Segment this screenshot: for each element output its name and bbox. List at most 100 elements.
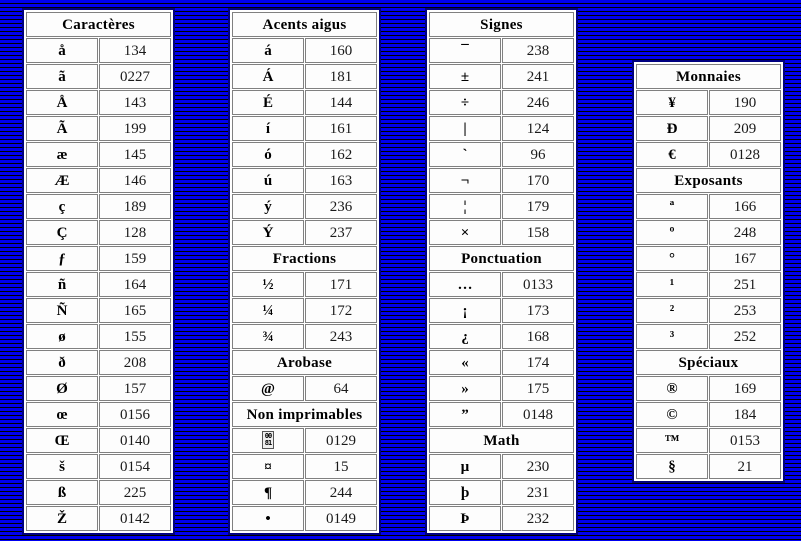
section-header: Ponctuation	[429, 246, 574, 271]
character-glyph: ú	[232, 168, 304, 193]
character-glyph: å	[26, 38, 98, 63]
character-code: 167	[709, 246, 781, 271]
character-code: 174	[502, 350, 574, 375]
character-glyph: ß	[26, 480, 98, 505]
character-row: ¾ 243	[232, 324, 377, 349]
character-code: 0148	[502, 402, 574, 427]
character-row: á 160	[232, 38, 377, 63]
character-code: 169	[709, 376, 781, 401]
character-code: 21	[709, 454, 781, 479]
character-glyph: Œ	[26, 428, 98, 453]
character-code: 64	[305, 376, 377, 401]
character-glyph: ã	[26, 64, 98, 89]
character-row: ¥190	[636, 90, 781, 115]
character-code: 160	[305, 38, 377, 63]
character-glyph: Ã	[26, 116, 98, 141]
section-header-row: Non imprimables	[232, 402, 377, 427]
character-row: Ç 128	[26, 220, 171, 245]
section-header: Caractères	[26, 12, 171, 37]
character-glyph: æ	[26, 142, 98, 167]
character-row: ® 169	[636, 376, 781, 401]
character-glyph: É	[232, 90, 304, 115]
character-row: ¶ 244	[232, 480, 377, 505]
section-header: Exposants	[636, 168, 781, 193]
character-glyph: ø	[26, 324, 98, 349]
character-row: í 161	[232, 116, 377, 141]
character-row: ð 208	[26, 350, 171, 375]
character-code: 253	[709, 298, 781, 323]
character-code: 172	[305, 298, 377, 323]
character-glyph: »	[429, 376, 501, 401]
character-row: É 144	[232, 90, 377, 115]
character-glyph: «	[429, 350, 501, 375]
character-glyph: @	[232, 376, 304, 401]
table-acents-aigus: Acents aigus á 160 Á 181 É 144 í 161 ó 162 ú 163 ý 236…	[228, 8, 381, 535]
character-row: Ý 237	[232, 220, 377, 245]
character-code: 145	[99, 142, 171, 167]
character-code: 161	[305, 116, 377, 141]
character-glyph: Æ	[26, 168, 98, 193]
character-row: • 0149	[232, 506, 377, 531]
character-row: œ 0156	[26, 402, 171, 427]
character-row: €0128	[636, 142, 781, 167]
character-row: ¯ 238	[429, 38, 574, 63]
character-row: ” 0148	[429, 402, 574, 427]
character-glyph: œ	[26, 402, 98, 427]
character-row: × 158	[429, 220, 574, 245]
character-code: 248	[709, 220, 781, 245]
character-row: ¼ 172	[232, 298, 377, 323]
section-header: Non imprimables	[232, 402, 377, 427]
section-header-row: Spéciaux	[636, 350, 781, 375]
character-glyph: 00 81	[232, 428, 304, 453]
character-row: Ã 199	[26, 116, 171, 141]
character-glyph: Ø	[26, 376, 98, 401]
character-code: 146	[99, 168, 171, 193]
character-glyph: ó	[232, 142, 304, 167]
character-code: 144	[305, 90, 377, 115]
character-code: 173	[502, 298, 574, 323]
character-row: | 124	[429, 116, 574, 141]
character-row: ÷ 246	[429, 90, 574, 115]
character-row: Á 181	[232, 64, 377, 89]
character-glyph: Ý	[232, 220, 304, 245]
character-code: 181	[305, 64, 377, 89]
character-glyph: ¼	[232, 298, 304, 323]
character-code: 237	[305, 220, 377, 245]
character-code: 96	[502, 142, 574, 167]
character-glyph: ¶	[232, 480, 304, 505]
character-row: … 0133	[429, 272, 574, 297]
character-glyph: Ç	[26, 220, 98, 245]
character-glyph: á	[232, 38, 304, 63]
character-code: 164	[99, 272, 171, 297]
character-glyph: ª	[636, 194, 708, 219]
character-code: 179	[502, 194, 574, 219]
character-code: 170	[502, 168, 574, 193]
character-code: 184	[709, 402, 781, 427]
character-glyph: Á	[232, 64, 304, 89]
character-row: Ø 157	[26, 376, 171, 401]
character-glyph: Ñ	[26, 298, 98, 323]
character-code: 244	[305, 480, 377, 505]
character-code: 15	[305, 454, 377, 479]
character-glyph: ²	[636, 298, 708, 323]
character-row: «174	[429, 350, 574, 375]
section-header: Arobase	[232, 350, 377, 375]
character-row: Đ 209	[636, 116, 781, 141]
character-glyph: ©	[636, 402, 708, 427]
character-row: ¹ 251	[636, 272, 781, 297]
character-row: þ 231	[429, 480, 574, 505]
character-code: 0140	[99, 428, 171, 453]
character-glyph: ¬	[429, 168, 501, 193]
character-code: 134	[99, 38, 171, 63]
character-code: 0142	[99, 506, 171, 531]
character-glyph: º	[636, 220, 708, 245]
character-row: ¿ 168	[429, 324, 574, 349]
character-row: 00 81 0129	[232, 428, 377, 453]
character-row: ¡ 173	[429, 298, 574, 323]
character-glyph: Đ	[636, 116, 708, 141]
character-row: ç 189	[26, 194, 171, 219]
section-header-row: Acents aigus	[232, 12, 377, 37]
character-glyph: ¡	[429, 298, 501, 323]
character-row: å 134	[26, 38, 171, 63]
character-glyph: ƒ	[26, 246, 98, 271]
